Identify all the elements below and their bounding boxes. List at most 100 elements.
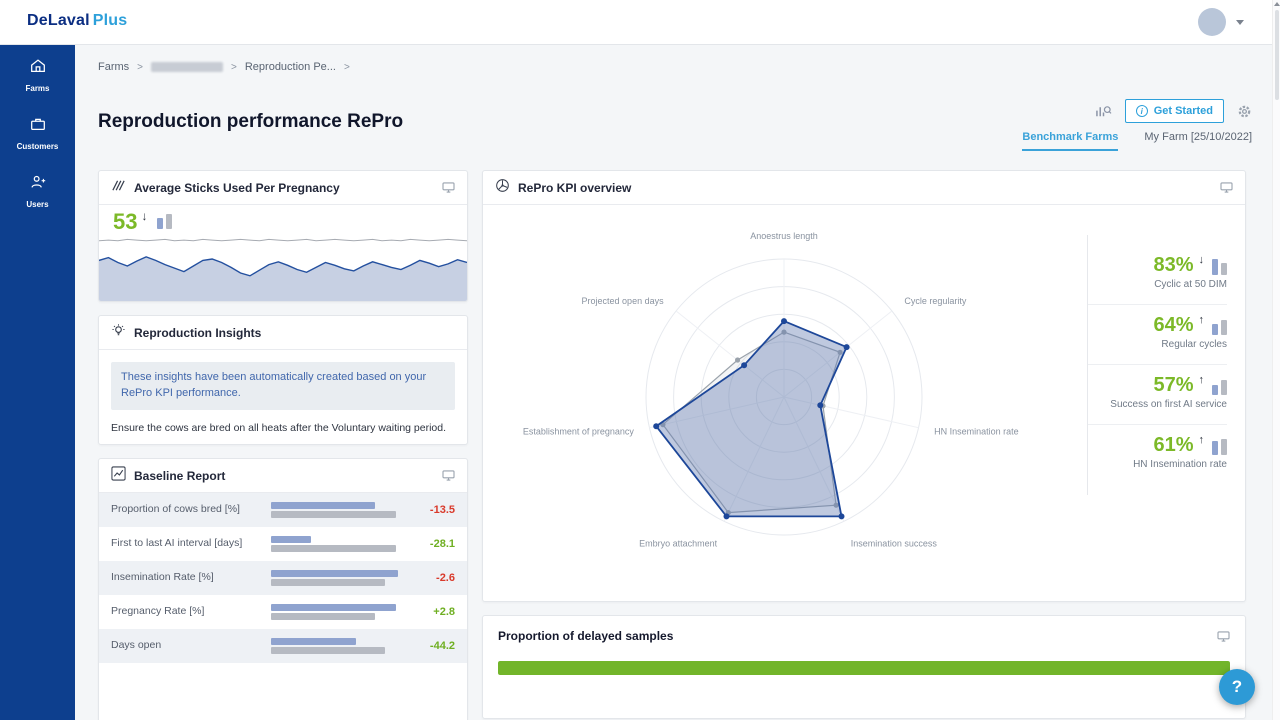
kpi-stat-hn-insemination[interactable]: 61% ↑ HN Insemination rate — [1087, 425, 1227, 484]
stat-label: Regular cycles — [1087, 339, 1227, 350]
sidebar-item-users[interactable]: Users — [0, 161, 75, 219]
main-content: Farms > > Reproduction Pe... > i Get Sta… — [75, 45, 1280, 720]
page-actions: i Get Started — [1095, 99, 1252, 123]
radar-chart: Anoestrus length Cycle regularity HN Insem… — [489, 205, 1089, 602]
metric-label: Pregnancy Rate [%] — [111, 605, 261, 619]
stat-value: 57% — [1153, 375, 1193, 395]
chevron-down-icon[interactable] — [1236, 20, 1244, 25]
line-chart-icon — [111, 466, 126, 486]
user-menu[interactable] — [1198, 8, 1244, 36]
kpi-stats-panel: 83% ↓ Cyclic at 50 DIM 64% ↑ — [1087, 205, 1245, 601]
tab-my-farm[interactable]: My Farm [25/10/2022] — [1144, 131, 1252, 151]
kpi-stat-first-ai[interactable]: 57% ↑ Success on first AI service — [1087, 365, 1227, 425]
brand-logo[interactable]: DeLavalPlus — [27, 12, 127, 30]
card-title: Proportion of delayed samples — [498, 629, 673, 643]
metric-label: First to last AI interval [days] — [111, 537, 261, 551]
metric-delta: +2.8 — [411, 606, 455, 618]
card-title: Average Sticks Used Per Pregnancy — [134, 181, 340, 195]
sidebar-item-label: Farms — [25, 84, 49, 93]
stat-label: Cyclic at 50 DIM — [1087, 279, 1227, 290]
table-row[interactable]: Insemination Rate [%] -2.6 — [99, 561, 467, 595]
kpi-stat-cyclic[interactable]: 83% ↓ Cyclic at 50 DIM — [1087, 245, 1227, 305]
present-view-icon[interactable] — [1220, 182, 1233, 193]
present-view-icon[interactable] — [442, 470, 455, 481]
table-row[interactable]: First to last AI interval [days] -28.1 — [99, 527, 467, 561]
metric-bars — [261, 636, 411, 656]
page-title: Reproduction performance RePro — [98, 111, 403, 133]
kpi-overview-icon — [495, 178, 510, 198]
breadcrumb-separator: > — [344, 62, 350, 73]
topbar: DeLavalPlus — [0, 0, 1280, 45]
card-title: Baseline Report — [134, 469, 225, 483]
avatar[interactable] — [1198, 8, 1226, 36]
metric-bars — [261, 534, 411, 554]
trend-up-icon: ↑ — [1199, 314, 1205, 326]
svg-text:Cycle regularity: Cycle regularity — [904, 296, 967, 306]
metric-delta: -2.6 — [411, 572, 455, 584]
scrollbar[interactable] — [1272, 0, 1280, 720]
app-root: DeLavalPlus Farms Customers Users — [0, 0, 1280, 720]
sidebar-item-farms[interactable]: Farms — [0, 45, 75, 103]
present-view-icon[interactable] — [1217, 631, 1230, 642]
svg-text:HN Insemination rate: HN Insemination rate — [934, 426, 1019, 436]
trend-down-icon: ↓ — [141, 209, 147, 223]
right-column: RePro KPI overview Anoestrus length Cycle… — [482, 170, 1246, 719]
tab-benchmark-farms[interactable]: Benchmark Farms — [1022, 131, 1118, 151]
info-icon: i — [1136, 105, 1148, 117]
trend-down-icon: ↓ — [1199, 254, 1205, 266]
sticks-kpi: 53 ↓ — [113, 211, 172, 233]
stat-label: HN Insemination rate — [1087, 459, 1227, 470]
metric-delta: -28.1 — [411, 538, 455, 550]
farm-icon — [29, 57, 47, 80]
table-row[interactable]: Pregnancy Rate [%] +2.8 — [99, 595, 467, 629]
mini-bars-icon — [1212, 377, 1227, 395]
sidebar: Farms Customers Users — [0, 45, 75, 720]
stat-value: 64% — [1153, 315, 1193, 335]
mini-bars-icon — [1212, 257, 1227, 275]
card-kpi-overview: RePro KPI overview Anoestrus length Cycle… — [482, 170, 1246, 602]
users-icon — [29, 173, 47, 196]
gear-icon[interactable] — [1237, 104, 1252, 119]
sidebar-item-customers[interactable]: Customers — [0, 103, 75, 161]
table-row[interactable]: Days open -44.2 — [99, 629, 467, 663]
metric-label: Proportion of cows bred [%] — [111, 503, 261, 517]
card-reproduction-insights: Reproduction Insights These insights hav… — [98, 315, 468, 445]
breadcrumb-item-reproduction[interactable]: Reproduction Pe... — [245, 61, 336, 73]
metric-bars — [261, 500, 411, 520]
brand-primary: DeLaval — [27, 12, 90, 29]
svg-text:Insemination success: Insemination success — [851, 539, 938, 549]
card-title: Reproduction Insights — [134, 326, 261, 340]
mini-bars-icon — [157, 211, 172, 229]
card-header: Reproduction Insights — [99, 316, 467, 350]
scroll-up-icon[interactable] — [1274, 2, 1280, 6]
present-view-icon[interactable] — [442, 182, 455, 193]
get-started-button[interactable]: i Get Started — [1125, 99, 1224, 123]
breadcrumb-item-farms[interactable]: Farms — [98, 61, 129, 73]
card-baseline-report: Baseline Report Proportion of cows bred … — [98, 458, 468, 720]
sticks-trend-chart — [99, 231, 467, 301]
help-button[interactable]: ? — [1219, 669, 1255, 705]
benchmark-compare-icon[interactable] — [1095, 104, 1112, 119]
get-started-label: Get Started — [1154, 105, 1213, 117]
briefcase-icon — [29, 115, 47, 138]
card-delayed-samples: Proportion of delayed samples — [482, 615, 1246, 719]
view-tabs: Benchmark Farms My Farm [25/10/2022] — [1022, 131, 1252, 151]
table-row[interactable]: Proportion of cows bred [%] -13.5 — [99, 493, 467, 527]
scroll-thumb[interactable] — [1275, 10, 1279, 100]
stat-value: 61% — [1153, 435, 1193, 455]
baseline-rows: Proportion of cows bred [%] -13.5 First … — [99, 493, 467, 663]
kpi-stat-regular-cycles[interactable]: 64% ↑ Regular cycles — [1087, 305, 1227, 365]
metric-delta: -44.2 — [411, 640, 455, 652]
svg-text:Embryo attachment: Embryo attachment — [639, 539, 718, 549]
svg-text:Projected open days: Projected open days — [582, 296, 665, 306]
insight-message: Ensure the cows are bred on all heats af… — [99, 422, 467, 445]
trend-up-icon: ↑ — [1199, 434, 1205, 446]
sticks-icon — [111, 178, 126, 198]
insight-note: These insights have been automatically c… — [111, 362, 455, 410]
metric-bars — [261, 602, 411, 622]
card-header: RePro KPI overview — [483, 171, 1245, 205]
svg-text:Establishment of pregnancy: Establishment of pregnancy — [523, 426, 635, 436]
breadcrumb: Farms > > Reproduction Pe... > — [98, 61, 350, 73]
svg-text:Anoestrus length: Anoestrus length — [750, 231, 818, 241]
breadcrumb-item-redacted-farm[interactable] — [151, 62, 223, 72]
